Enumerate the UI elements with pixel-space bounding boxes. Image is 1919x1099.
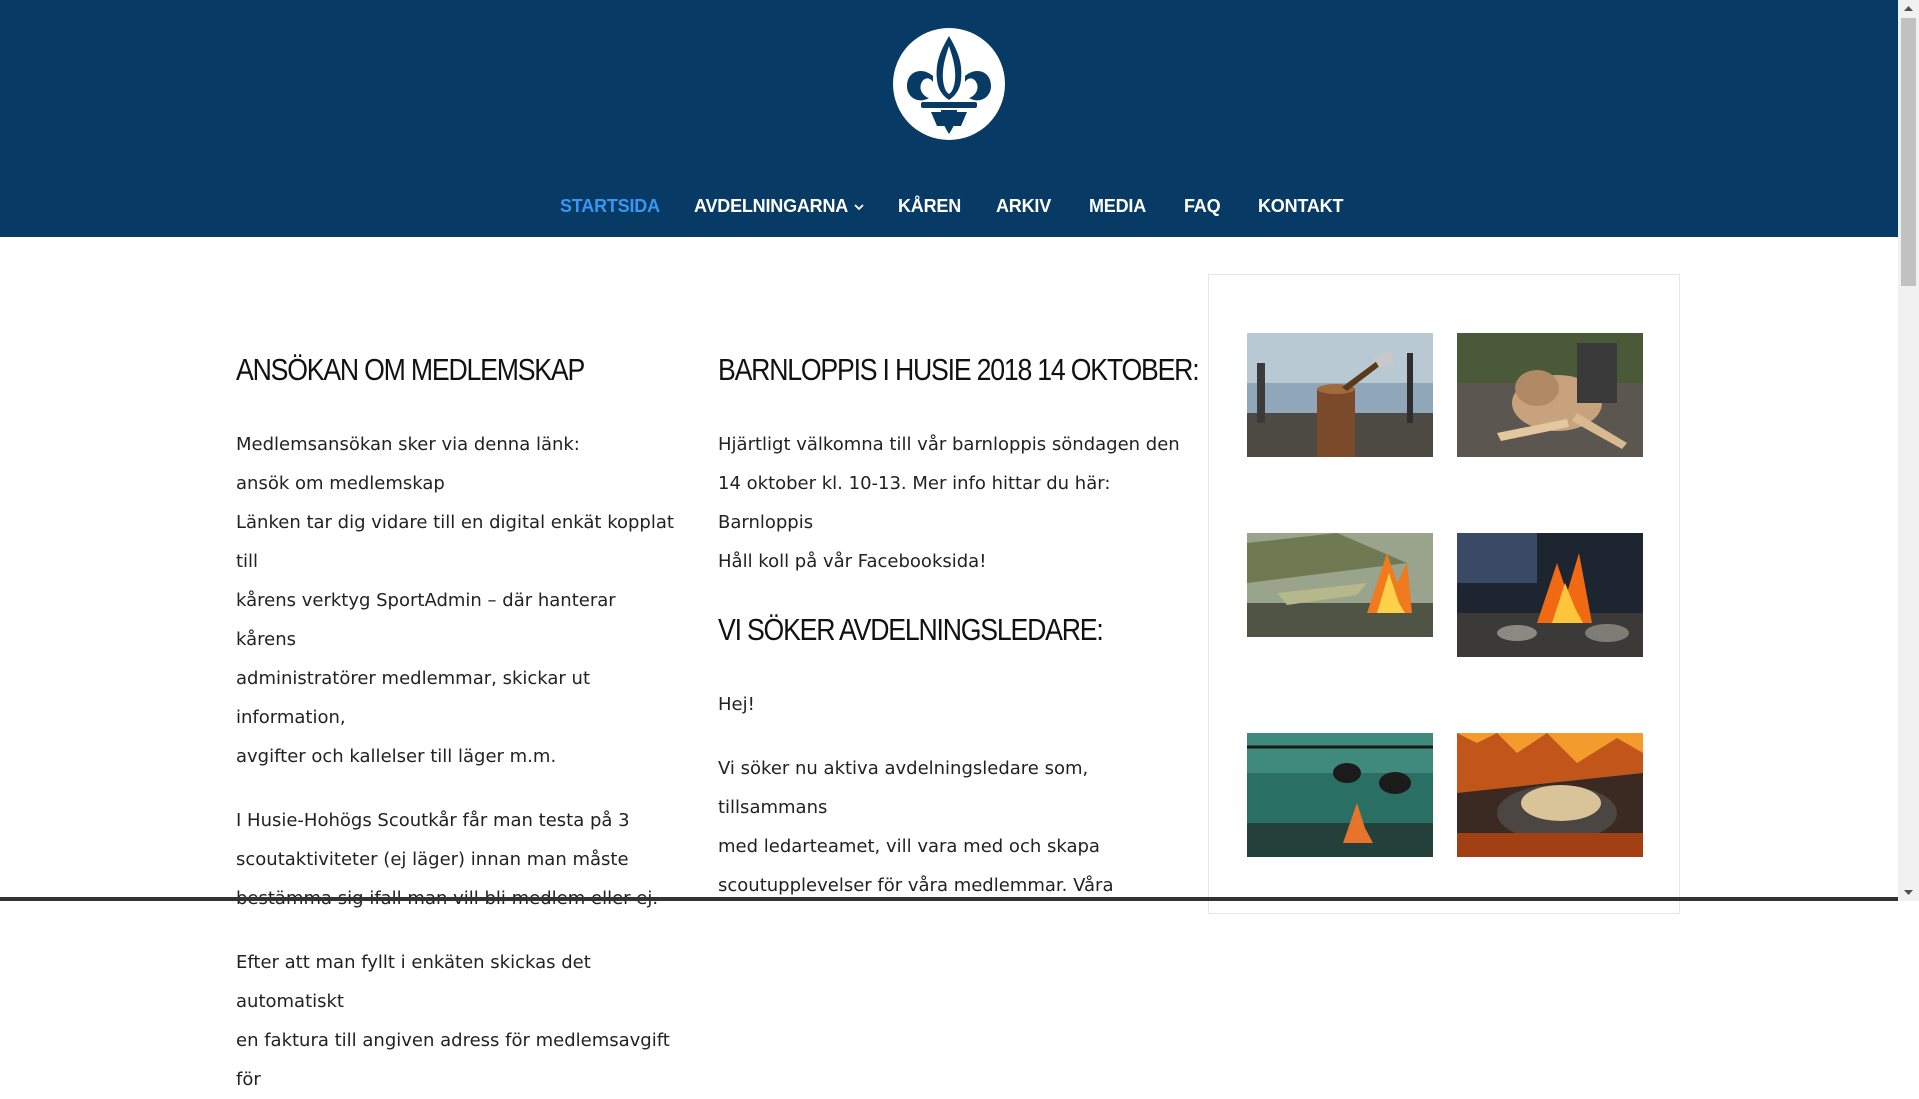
facebook-link[interactable]: Håll koll på vår Facebooksida! — [718, 542, 1180, 581]
gallery-widget — [1208, 274, 1680, 914]
paragraph-line: I Husie-Hohögs Scoutkår får man testa på… — [236, 810, 630, 831]
nav-item-media[interactable]: MEDIA — [1089, 188, 1146, 224]
gallery-image-cooking-pots[interactable] — [1247, 733, 1433, 857]
paragraph-line: Hej! — [718, 694, 755, 715]
barnloppis-link[interactable]: Barnloppis — [718, 503, 1180, 542]
fleur-de-lis-icon[interactable] — [891, 26, 1007, 142]
news-section: BARNLOPPIS I HUSIE 2018 14 OKTOBER: Hjär… — [718, 345, 1200, 905]
gallery-image-whittling[interactable] — [1457, 333, 1643, 457]
paragraph-line: kårens verktyg SportAdmin – där hanterar… — [236, 590, 616, 650]
paragraph-line: Vi söker nu aktiva avdelningsledare som,… — [718, 758, 1089, 818]
paragraph-line: Medlemsansökan sker via denna länk: — [236, 434, 580, 455]
window-bottom-edge — [0, 897, 1898, 901]
main-nav: STARTSIDA AVDELNINGARNA KÅREN ARKIV MEDI… — [0, 188, 1898, 224]
paragraph-line: administratörer medlemmar, skickar ut in… — [236, 668, 591, 728]
paragraph-line: Efter att man fyllt i enkäten skickas de… — [236, 952, 591, 1012]
nav-item-avdelningarna[interactable]: AVDELNINGARNA — [694, 188, 864, 224]
gallery-image-axe[interactable] — [1247, 333, 1433, 457]
gallery-image-campfire-tent[interactable] — [1247, 533, 1433, 637]
paragraph-line: med ledarteamet, vill vara med och skapa — [718, 836, 1100, 857]
gallery-image-night-campfire[interactable] — [1457, 533, 1643, 657]
section-heading: ANSÖKAN OM MEDLEMSKAP — [236, 352, 585, 387]
nav-item-faq[interactable]: FAQ — [1184, 188, 1221, 224]
scroll-down-arrow-icon[interactable] — [1898, 884, 1919, 901]
paragraph-line: Länken tar dig vidare till en digital en… — [236, 512, 674, 572]
membership-section: ANSÖKAN OM MEDLEMSKAP Medlemsansökan ske… — [236, 345, 676, 1099]
nav-item-karen[interactable]: KÅREN — [898, 188, 961, 224]
nav-item-arkiv[interactable]: ARKIV — [996, 188, 1051, 224]
site-header: STARTSIDA AVDELNINGARNA KÅREN ARKIV MEDI… — [0, 0, 1898, 237]
scrollbar-thumb[interactable] — [1901, 18, 1916, 286]
membership-link[interactable]: ansök om medlemskap — [236, 464, 676, 503]
nav-item-label: AVDELNINGARNA — [694, 196, 849, 216]
chevron-down-icon — [854, 204, 864, 211]
paragraph-line: en faktura till angiven adress för medle… — [236, 1030, 670, 1090]
section-heading: VI SÖKER AVDELNINGSLEDARE: — [718, 612, 1104, 647]
nav-item-startsida[interactable]: STARTSIDA — [560, 188, 660, 224]
section-heading: BARNLOPPIS I HUSIE 2018 14 OKTOBER: — [718, 352, 1200, 387]
paragraph-line: Hjärtligt välkomna till vår barnloppis s… — [718, 434, 1180, 455]
paragraph-line: 14 oktober kl. 10-13. Mer info hittar du… — [718, 473, 1111, 494]
scroll-up-arrow-icon[interactable] — [1898, 0, 1919, 17]
gallery-image-bread-on-fire[interactable] — [1457, 733, 1643, 857]
page-scrollbar[interactable] — [1898, 0, 1919, 901]
paragraph-line: scoutaktiviteter (ej läger) innan man må… — [236, 849, 629, 870]
nav-item-kontakt[interactable]: KONTAKT — [1258, 188, 1343, 224]
paragraph-line: avgifter och kallelser till läger m.m. — [236, 746, 557, 767]
